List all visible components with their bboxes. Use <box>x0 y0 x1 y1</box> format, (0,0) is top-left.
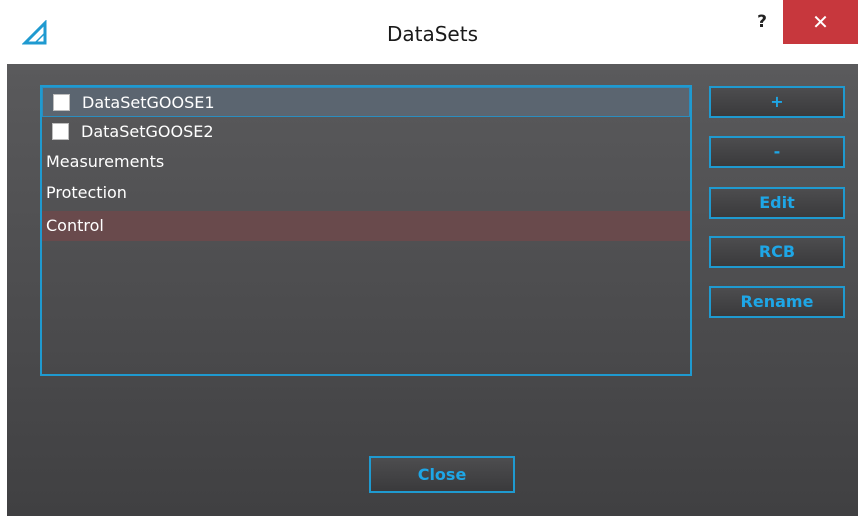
list-item[interactable]: DataSetGOOSE1 <box>42 87 690 117</box>
close-window-button[interactable]: ✕ <box>783 0 858 44</box>
list-item[interactable]: Protection <box>42 178 690 208</box>
list-item-label: Control <box>46 216 104 235</box>
add-dataset-button[interactable]: + <box>709 86 845 118</box>
edit-button[interactable]: Edit <box>709 187 845 219</box>
help-button[interactable]: ? <box>742 0 782 44</box>
datasets-list[interactable]: DataSetGOOSE1 DataSetGOOSE2 Measurements… <box>40 85 692 376</box>
list-item[interactable]: DataSetGOOSE2 <box>42 117 690 147</box>
datasets-dialog: DataSets ? ✕ DataSetGOOSE1 DataSetGOOSE2… <box>0 0 865 524</box>
list-item-label: DataSetGOOSE2 <box>81 122 214 141</box>
title-bar[interactable]: DataSets ? ✕ <box>0 0 865 64</box>
list-item-label: Protection <box>46 183 127 202</box>
dataset-checkbox[interactable] <box>52 123 69 140</box>
rename-button[interactable]: Rename <box>709 286 845 318</box>
list-item-label: DataSetGOOSE1 <box>82 93 215 112</box>
list-item-label: Measurements <box>46 152 165 171</box>
dialog-content: DataSetGOOSE1 DataSetGOOSE2 Measurements… <box>7 64 858 516</box>
list-item-selected[interactable]: Control <box>42 211 690 241</box>
close-button[interactable]: Close <box>369 456 515 493</box>
list-item[interactable]: Measurements <box>42 147 690 177</box>
remove-dataset-button[interactable]: - <box>709 136 845 168</box>
dataset-checkbox[interactable] <box>53 94 70 111</box>
dialog-title: DataSets <box>386 22 478 46</box>
rcb-button[interactable]: RCB <box>709 236 845 268</box>
